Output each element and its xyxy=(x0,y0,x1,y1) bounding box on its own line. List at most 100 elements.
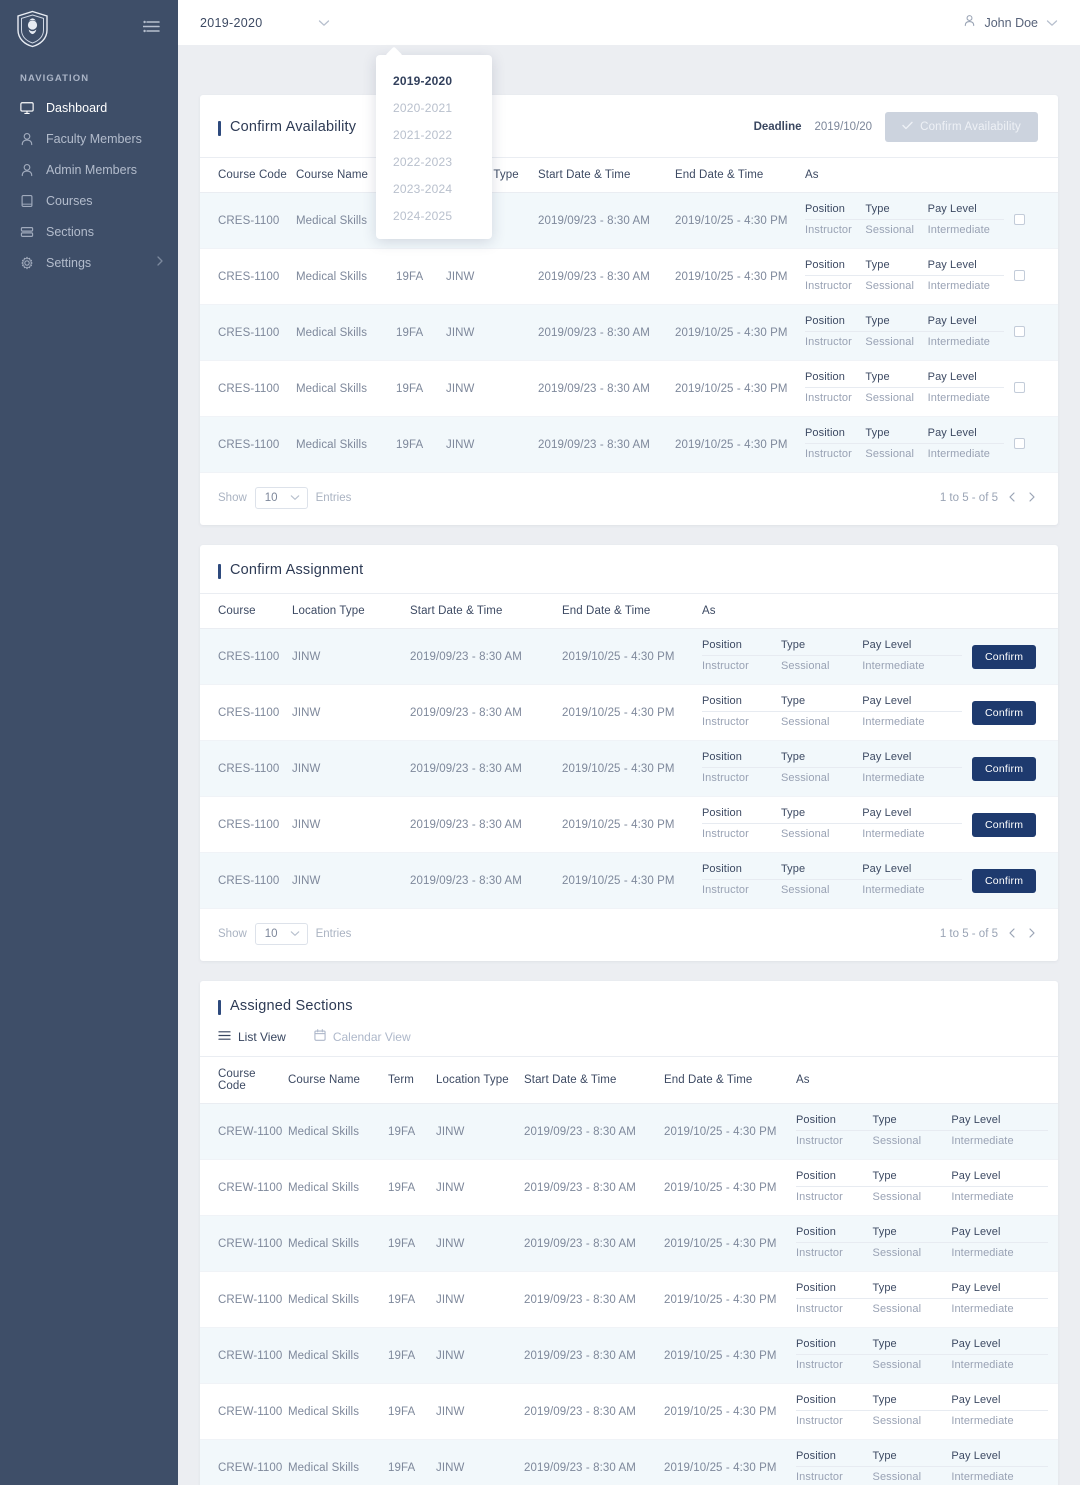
as-cell: Position Type Pay Level Instructor Sessional… xyxy=(796,1440,1058,1485)
list-icon xyxy=(218,1030,231,1044)
tab-calendar-view[interactable]: Calendar View xyxy=(314,1029,411,1044)
entries-control: Show 10 Entries xyxy=(218,487,351,509)
entries-select[interactable]: 10 xyxy=(254,923,308,945)
location-type-cell: JINW xyxy=(436,1181,465,1194)
table-row: CREW-1100 Medical Skills 19FA JINW 2019/09/2… xyxy=(200,1384,1058,1440)
pagination-next-icon[interactable] xyxy=(1026,491,1038,506)
confirm-button[interactable]: Confirm xyxy=(972,700,1037,725)
as-sub-header: Pay Level xyxy=(927,258,1004,276)
column-header: Course Code xyxy=(200,1056,288,1104)
user-menu[interactable]: John Doe xyxy=(963,14,1058,32)
start-datetime-cell: 2019/09/23 - 8:30 AM xyxy=(524,1349,636,1362)
sidebar-item-sections[interactable]: Sections xyxy=(0,216,178,247)
sidebar-item-settings[interactable]: Settings xyxy=(0,247,178,278)
row-checkbox[interactable] xyxy=(1014,269,1025,281)
as-sub-value: Instructor xyxy=(796,1247,843,1259)
confirm-availability-button[interactable]: Confirm Availability xyxy=(885,112,1038,142)
row-action-cell: Confirm xyxy=(972,685,1058,741)
collapse-menu-icon[interactable] xyxy=(142,20,160,38)
row-checkbox[interactable] xyxy=(1014,437,1025,449)
as-sub-header: Pay Level xyxy=(862,750,962,768)
pagination-prev-icon[interactable] xyxy=(1006,927,1018,942)
assignment-pager: Show 10 Entries 1 to 5 - of 5 xyxy=(200,909,1058,961)
location-type-cell: JINW xyxy=(292,874,321,887)
academic-year-option[interactable]: 2024-2025 xyxy=(376,202,492,229)
confirm-button[interactable]: Confirm xyxy=(972,868,1037,893)
chevron-down-icon xyxy=(318,14,330,32)
sidebar-nav-label: NAVIGATION xyxy=(20,73,90,84)
academic-year-option[interactable]: 2021-2022 xyxy=(376,121,492,148)
as-sub-value: Instructor xyxy=(805,448,852,460)
tab-list-view[interactable]: List View xyxy=(218,1030,286,1044)
confirm-button[interactable]: Confirm xyxy=(972,644,1037,669)
pagination-prev-icon[interactable] xyxy=(1006,491,1018,506)
sidebar-item-label: Faculty Members xyxy=(46,131,142,146)
entries-label: Entries xyxy=(315,928,352,940)
sidebar-item-courses[interactable]: Courses xyxy=(0,185,178,216)
pagination-range: 1 to 5 - of 5 xyxy=(939,492,998,504)
confirm-button[interactable]: Confirm xyxy=(972,812,1037,837)
course-name-cell: Medical Skills xyxy=(288,1125,360,1138)
academic-year-select[interactable]: 2019-2020 xyxy=(200,14,330,32)
as-sub-header: Pay Level xyxy=(927,370,1004,388)
course-name-cell: Medical Skills xyxy=(288,1405,360,1418)
column-header: Start Date & Time xyxy=(538,157,675,193)
sidebar-item-dashboard[interactable]: Dashboard xyxy=(0,92,178,123)
sidebar-item-faculty-members[interactable]: Faculty Members xyxy=(0,123,178,154)
as-sub-value: Sessional xyxy=(865,448,915,460)
as-sub-header: Pay Level xyxy=(951,1449,1048,1467)
row-checkbox[interactable] xyxy=(1014,381,1025,393)
calendar-icon xyxy=(314,1029,326,1044)
term-cell: 19FA xyxy=(388,1181,416,1194)
as-sub-header: Position xyxy=(796,1169,873,1187)
row-checkbox[interactable] xyxy=(1014,213,1025,225)
academic-year-option[interactable]: 2022-2023 xyxy=(376,148,492,175)
row-checkbox[interactable] xyxy=(1014,325,1025,337)
course-name-cell: Medical Skills xyxy=(288,1293,360,1306)
as-sub-header: Type xyxy=(780,862,863,880)
as-sub-value: Sessional xyxy=(865,392,915,404)
as-sub-header: Position xyxy=(796,1337,873,1355)
as-sub-value: Instructor xyxy=(796,1135,843,1147)
as-sub-header: Type xyxy=(865,370,928,388)
as-sub-value: Instructor xyxy=(796,1191,843,1203)
course-code-cell: CRES-1100 xyxy=(218,214,280,227)
academic-year-dropdown[interactable]: 2019-2020 2020-2021 2021-2022 2022-2023 2023… xyxy=(376,55,492,239)
chevron-down-icon xyxy=(290,928,300,940)
entries-value: 10 xyxy=(264,928,278,940)
academic-year-option[interactable]: 2019-2020 xyxy=(376,67,492,94)
column-header: As xyxy=(702,593,972,629)
assigned-sections-card: Assigned Sections List View Calendar Vie… xyxy=(200,981,1058,1485)
as-sub-header: Position xyxy=(702,806,781,824)
academic-year-value: 2019-2020 xyxy=(200,15,263,30)
column-header xyxy=(1014,157,1058,193)
term-cell: 19FA xyxy=(388,1349,416,1362)
as-sub-value: Intermediate xyxy=(927,336,990,348)
availability-table-body: CRES-1100 Medical Skills 19FA JINW 2019/09/2… xyxy=(200,192,1058,473)
as-sub-header: Position xyxy=(796,1113,873,1131)
course-code-cell: CREW-1100 xyxy=(218,1349,283,1362)
confirm-button[interactable]: Confirm xyxy=(972,756,1037,781)
sidebar-item-admin-members[interactable]: Admin Members xyxy=(0,154,178,185)
row-action-cell: Confirm xyxy=(972,741,1058,797)
entries-select[interactable]: 10 xyxy=(254,487,308,509)
column-header: Course Name xyxy=(288,1056,388,1104)
confirm-availability-label: Confirm Availability xyxy=(920,121,1021,133)
as-sub-header: Pay Level xyxy=(862,694,962,712)
as-sub-value: Intermediate xyxy=(862,828,925,840)
term-cell: 19FA xyxy=(388,1293,416,1306)
entries-label: Entries xyxy=(315,492,352,504)
show-label: Show xyxy=(218,928,247,940)
academic-year-option[interactable]: 2023-2024 xyxy=(376,175,492,202)
as-sub-value: Intermediate xyxy=(927,280,990,292)
topbar: 2019-2020 John Doe xyxy=(178,0,1080,45)
location-type-cell: JINW xyxy=(436,1405,465,1418)
pagination: 1 to 5 - of 5 xyxy=(940,491,1038,506)
as-sub-header: Position xyxy=(702,694,781,712)
app-root: NAVIGATION Dashboard Faculty Members Adm… xyxy=(0,0,1080,1485)
availability-table: Course CodeCourse NameTermLocation TypeS… xyxy=(200,157,1058,473)
academic-year-option[interactable]: 2020-2021 xyxy=(376,94,492,121)
page-scroll: Confirm Availability Deadline 2019/10/20… xyxy=(178,45,1080,1485)
pagination-next-icon[interactable] xyxy=(1026,927,1038,942)
as-sub-header: Type xyxy=(865,202,928,220)
